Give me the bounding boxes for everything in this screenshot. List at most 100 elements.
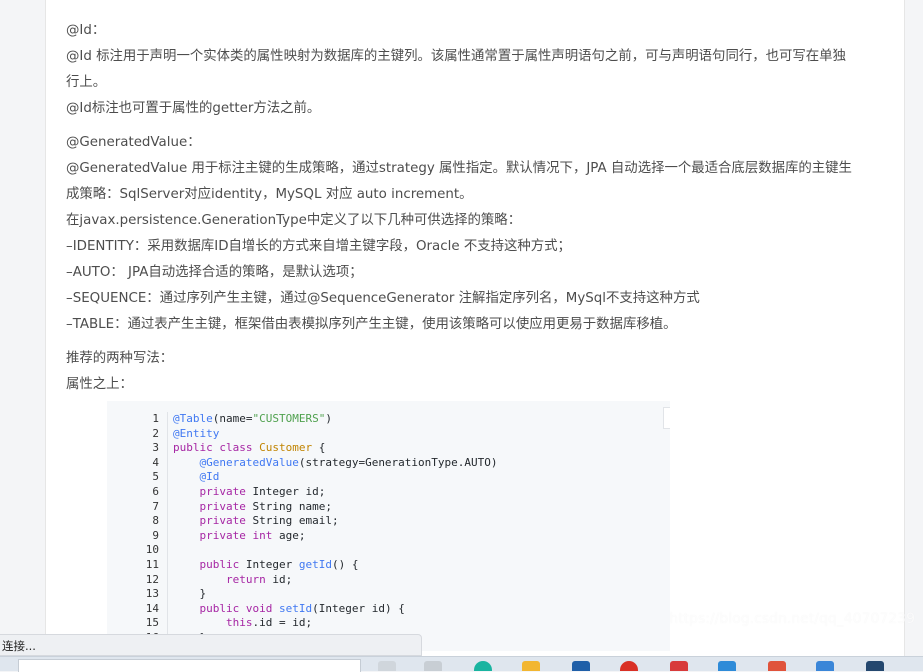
- code-token: age;: [272, 528, 306, 542]
- copy-code-button[interactable]: [663, 407, 670, 429]
- code-token: ): [325, 412, 332, 425]
- code-token: public: [173, 441, 213, 455]
- code-token: @GeneratedValue: [199, 455, 299, 469]
- line-number: 5: [152, 470, 159, 484]
- code-line: 13 }: [107, 587, 498, 602]
- recommend-text: 推荐的两种写法：: [66, 351, 174, 366]
- code-text: @Id: [167, 470, 219, 485]
- code-token: private: [199, 514, 246, 528]
- code-text: private Integer id;: [167, 484, 326, 500]
- line-number: 10: [145, 543, 159, 557]
- code-line: 3 public class Customer {: [107, 441, 498, 456]
- code-line: 10: [107, 543, 498, 558]
- code-token: return: [225, 572, 266, 586]
- code-text: private int age;: [167, 528, 306, 544]
- code-text: [167, 543, 173, 558]
- line-number: 1: [152, 412, 159, 425]
- code-token: @Table: [173, 412, 213, 425]
- code-text: this.id = id;: [167, 616, 312, 631]
- code-token: () {: [331, 557, 359, 571]
- code-token: void: [245, 601, 273, 615]
- code-line: 1 @Table(name="CUSTOMERS"): [107, 412, 498, 427]
- status-text: 连接...: [2, 639, 36, 653]
- code-line: 5 @Id: [107, 470, 498, 485]
- strategy-sequence: –SEQUENCE：通过序列产生主键，通过@SequenceGenerator …: [66, 291, 700, 306]
- line-number: 15: [145, 616, 159, 630]
- code-token: (strategy=GenerationType.AUTO): [298, 455, 498, 469]
- gv-desc-line-3: 在javax.persistence.GenerationType中定义了以下几…: [66, 213, 522, 228]
- code-block[interactable]: 1 @Table(name="CUSTOMERS") 2 @Entity 3 public…: [107, 401, 670, 651]
- above-property-text: 属性之上：: [66, 377, 133, 392]
- code-text: @GeneratedValue(strategy=GenerationType.…: [167, 455, 498, 471]
- code-token: (Integer id) {: [312, 601, 405, 615]
- code-token: (name=: [212, 412, 253, 425]
- id-heading: @Id：: [66, 23, 106, 38]
- code-text: public class Customer {: [167, 441, 325, 456]
- code-text: public void setId(Integer id) {: [167, 601, 405, 617]
- article-body: @Id： @Id 标注用于声明一个实体类的属性映射为数据库的主键列。该属性通常置…: [66, 18, 886, 398]
- code-token: int: [252, 528, 273, 542]
- code-token: String email;: [245, 514, 339, 528]
- line-number: 13: [145, 587, 159, 601]
- line-number: 4: [152, 455, 159, 469]
- code-token: {: [312, 441, 326, 455]
- code-token: setId: [279, 601, 313, 615]
- code-text: return id;: [167, 572, 293, 588]
- strategy-identity: –IDENTITY：采用数据库ID自增长的方式来自增主键字段，Oracle 不支…: [66, 239, 571, 254]
- id-desc-line-2: 行上。: [66, 75, 107, 90]
- code-lines: 1 @Table(name="CUSTOMERS") 2 @Entity 3 public…: [107, 412, 498, 646]
- article-card: @Id： @Id 标注用于声明一个实体类的属性映射为数据库的主键列。该属性通常置…: [45, 0, 905, 670]
- line-number: 14: [145, 601, 159, 615]
- id-desc-line-1: @Id 标注用于声明一个实体类的属性映射为数据库的主键列。该属性通常置于属性声明…: [66, 49, 846, 64]
- code-line: 14 public void setId(Integer id) {: [107, 601, 498, 617]
- code-line: 2 @Entity: [107, 426, 498, 442]
- code-token: "CUSTOMERS": [252, 412, 326, 425]
- code-token: id;: [265, 572, 293, 586]
- code-token: getId: [298, 557, 332, 571]
- code-line: 9 private int age;: [107, 528, 498, 544]
- gv-desc-line-1: @GeneratedValue 用于标注主键的生成策略，通过strategy 属…: [66, 161, 852, 176]
- code-text: @Entity: [167, 426, 220, 442]
- code-line: 15 this.id = id;: [107, 616, 498, 631]
- code-text: }: [167, 587, 206, 602]
- code-line: 6 private Integer id;: [107, 484, 498, 500]
- code-text: public Integer getId() {: [167, 557, 359, 573]
- code-text: private String name;: [167, 499, 332, 515]
- code-token: public: [199, 557, 240, 571]
- line-number: 7: [152, 499, 159, 513]
- line-number: 11: [145, 557, 159, 571]
- code-token: Integer id;: [245, 484, 326, 498]
- code-token: private: [199, 484, 246, 498]
- status-bar: 连接...: [0, 634, 422, 656]
- code-token: this: [225, 616, 253, 630]
- taskbar: [0, 656, 923, 672]
- code-line: 12 return id;: [107, 572, 498, 588]
- code-token: private: [199, 499, 246, 513]
- code-line: 11 public Integer getId() {: [107, 557, 498, 573]
- line-number: 6: [152, 484, 159, 498]
- code-line: 8 private String email;: [107, 514, 498, 529]
- code-token: @Entity: [173, 426, 220, 440]
- code-token: Customer: [259, 441, 313, 455]
- code-token: .id = id;: [252, 616, 313, 630]
- gv-desc-line-2: 成策略：SqlServer对应identity，MySQL 对应 auto in…: [66, 187, 473, 202]
- line-number: 8: [152, 514, 159, 528]
- taskbar-search-input[interactable]: [18, 659, 361, 672]
- code-token: }: [173, 587, 207, 601]
- code-line: 4 @GeneratedValue(strategy=GenerationTyp…: [107, 455, 498, 471]
- code-text: @Table(name="CUSTOMERS"): [167, 412, 332, 427]
- code-text: private String email;: [167, 514, 339, 529]
- line-number: 12: [145, 572, 159, 586]
- code-line: 7 private String name;: [107, 499, 498, 515]
- line-number: 2: [152, 426, 159, 440]
- code-token: private: [199, 528, 246, 542]
- code-token: String name;: [245, 499, 332, 513]
